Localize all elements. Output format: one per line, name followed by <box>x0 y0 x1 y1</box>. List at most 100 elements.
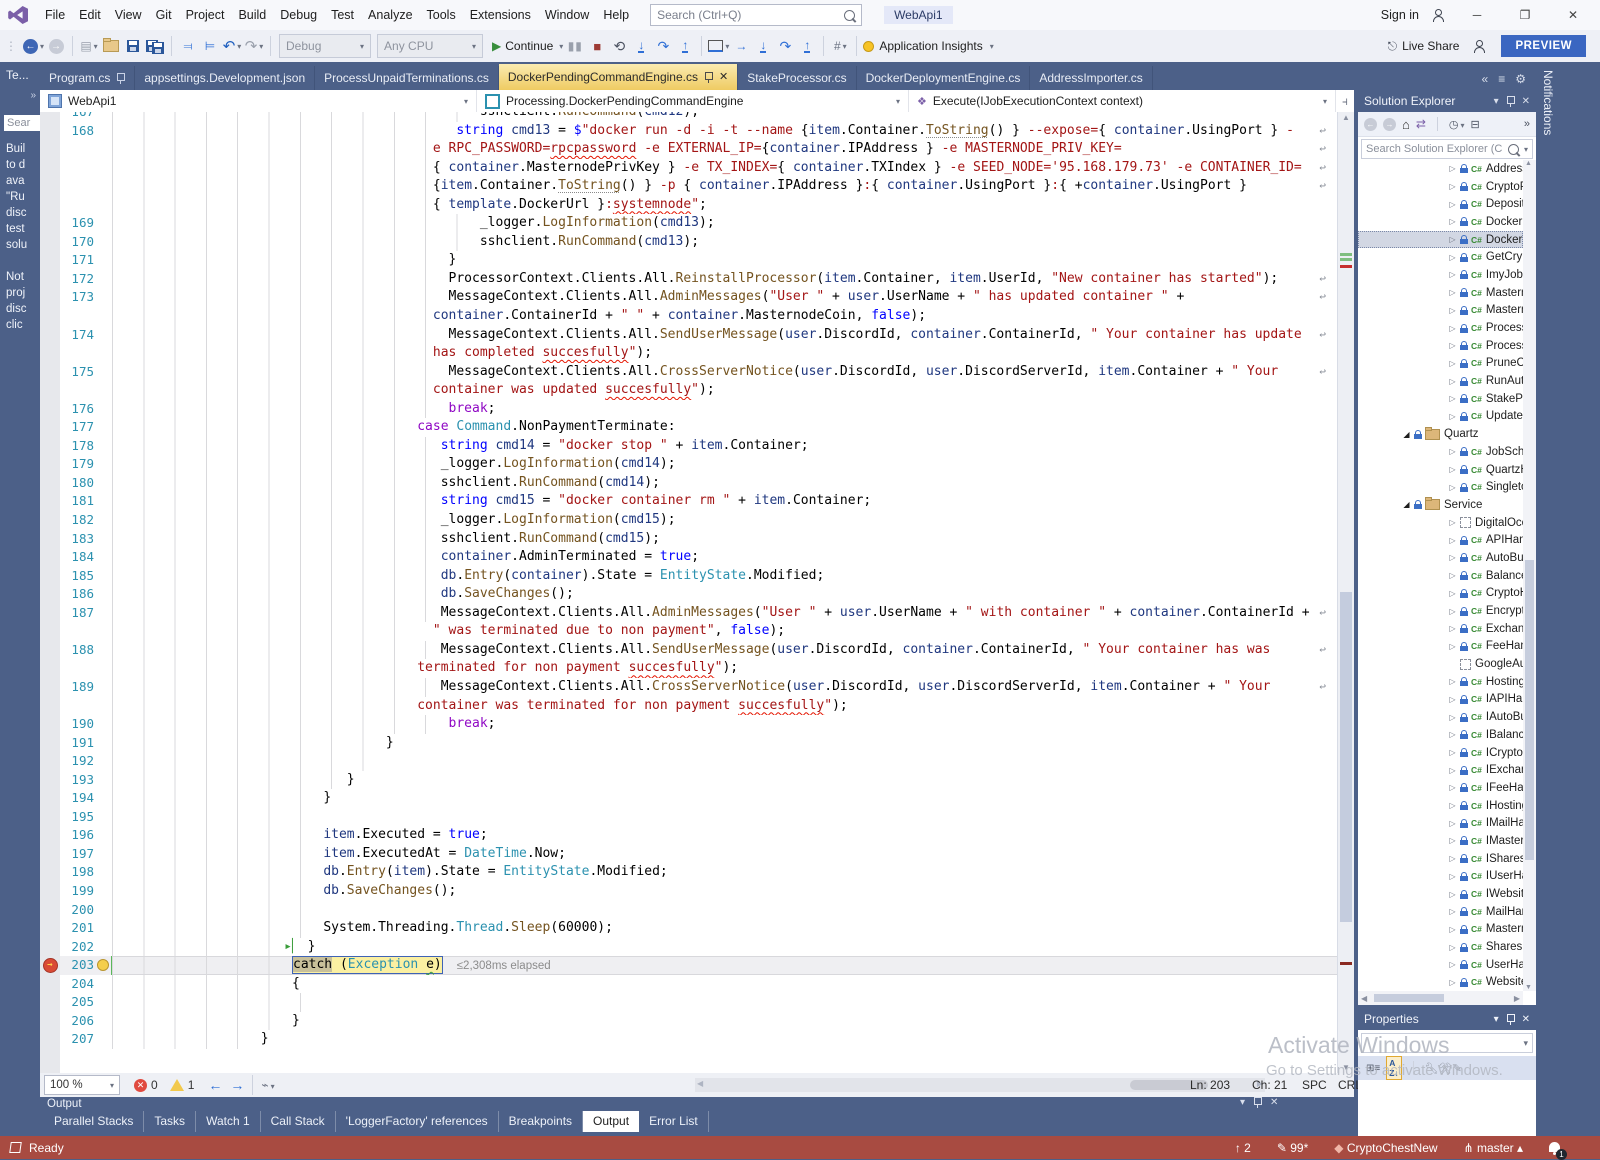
show-next-statement-icon[interactable]: → <box>731 35 751 57</box>
tree-item-Masternod[interactable]: ▷C#Masternod <box>1358 302 1523 320</box>
code-line-192[interactable]: 192 <box>40 752 1338 771</box>
new-item-button[interactable]: ▤ ▾ <box>79 35 99 57</box>
bottom-tab-Parallel Stacks[interactable]: Parallel Stacks <box>44 1111 145 1132</box>
properties-object-dropdown[interactable]: ▾ <box>1361 1033 1533 1053</box>
code-text[interactable]: } <box>112 733 1338 753</box>
code-line-wrap[interactable]: {item.Container.ToString() } -p { contai… <box>40 177 1338 196</box>
branch-button[interactable]: ⋔ master ▴ <box>1464 1141 1523 1155</box>
bottom-tab-Call Stack[interactable]: Call Stack <box>261 1111 336 1132</box>
sync-with-active-document-icon[interactable]: ⇄ <box>1416 117 1426 131</box>
push-count[interactable]: ↑ 2 <box>1235 1141 1251 1155</box>
code-line-203[interactable]: → 203 catch (Exception e) ≤2,308ms elapsed <box>40 956 1338 975</box>
code-text[interactable] <box>112 900 1338 920</box>
se-horizontal-scrollbar[interactable]: ◀ ▶ <box>1358 991 1523 1005</box>
save-all-button[interactable] <box>145 35 165 57</box>
warning-icon[interactable] <box>169 1079 184 1091</box>
left-pane-overflow-icon[interactable]: » <box>0 90 40 101</box>
menu-analyze[interactable]: Analyze <box>361 0 419 30</box>
code-text[interactable]: has completed succesfully"); <box>112 344 1338 363</box>
code-text[interactable]: } <box>112 1011 1338 1031</box>
tree-item-PruneCont[interactable]: ▷C#PruneCont <box>1358 355 1523 373</box>
close-panel-icon[interactable]: ✕ <box>1522 1014 1530 1025</box>
code-line-206[interactable]: 206} <box>40 1011 1338 1031</box>
tree-item-Service[interactable]: ◢ Service <box>1358 496 1523 514</box>
breakpoint-margin-cell[interactable] <box>40 1030 60 1049</box>
code-line-182[interactable]: 182 _logger.LogInformation(cmd15); <box>40 511 1338 530</box>
code-text[interactable]: container.ContainerId + " " + container.… <box>112 307 1338 326</box>
breakpoint-margin-cell[interactable] <box>40 307 60 326</box>
breakpoint-margin-cell[interactable] <box>40 585 60 604</box>
code-analysis-icon[interactable]: # ▾ <box>830 35 850 57</box>
bottom-tab-Output[interactable]: Output <box>583 1111 640 1132</box>
pause-button[interactable]: ▮▮ <box>565 35 585 57</box>
menu-debug[interactable]: Debug <box>273 0 324 30</box>
tree-item-ImyJob.cs[interactable]: ▷C#ImyJob.cs <box>1358 266 1523 284</box>
step-into-icon-2[interactable]: ↓ <box>753 35 773 57</box>
code-text[interactable]: System.Threading.Thread.Sleep(60000); <box>112 919 1338 938</box>
breakpoint-margin-cell[interactable] <box>40 418 60 437</box>
pending-edits[interactable]: ✎ 99* <box>1277 1141 1308 1155</box>
code-line-176[interactable]: 176 break; <box>40 399 1338 419</box>
tree-item-GetCryptoR[interactable]: ▷C#GetCryptoR <box>1358 248 1523 266</box>
preview-button[interactable]: PREVIEW <box>1501 35 1586 57</box>
breakpoint-margin-cell[interactable] <box>40 473 60 493</box>
menu-extensions[interactable]: Extensions <box>463 0 538 30</box>
editor-vertical-scrollbar[interactable]: ▲ ▼ <box>1337 112 1354 1073</box>
code-line-wrap[interactable]: terminated for non payment succesfully")… <box>40 659 1338 678</box>
solution-search-input[interactable]: Search Solution Explorer (C ▾ <box>1361 139 1533 159</box>
code-line-wrap[interactable]: has completed succesfully"); <box>40 344 1338 363</box>
code-line-wrap[interactable]: { container.MasternodePrivKey } -e TX_IN… <box>40 158 1338 178</box>
code-line-200[interactable]: 200 <box>40 900 1338 920</box>
breakpoint-margin-cell[interactable] <box>40 863 60 882</box>
code-cleanup-broom-icon[interactable]: ⌁ ▾ <box>261 1078 274 1092</box>
code-text[interactable]: case Command.NonPaymentTerminate: <box>112 418 1338 437</box>
save-button[interactable] <box>123 35 143 57</box>
tree-item-IBalanceHa[interactable]: ▷C#IBalanceHa <box>1358 726 1523 744</box>
doc-tab-DockerDeploymentEngine.cs[interactable]: DockerDeploymentEngine.cs <box>856 66 1031 90</box>
code-text[interactable]: _logger.LogInformation(cmd15); <box>112 511 1338 530</box>
code-text[interactable]: string cmd15 = "docker container rm " + … <box>112 492 1338 512</box>
code-text[interactable]: container was terminated for non payment… <box>112 696 1338 716</box>
code-text[interactable]: {item.Container.ToString() } -p { contai… <box>112 177 1338 196</box>
tree-item-DigitalOce[interactable]: ▷ DigitalOce <box>1358 514 1523 532</box>
code-line-193[interactable]: 193} <box>40 770 1338 790</box>
lightbulb-icon[interactable] <box>97 959 109 972</box>
tree-item-ExchangeR[interactable]: ▷C#ExchangeR <box>1358 620 1523 638</box>
code-line-wrap[interactable]: container.ContainerId + " " + container.… <box>40 307 1338 326</box>
code-line-172[interactable]: 172 ProcessorContext.Clients.All.Reinstal… <box>40 269 1338 289</box>
close-panel-icon[interactable]: ✕ <box>1522 96 1530 107</box>
tree-item-FeeHandler[interactable]: ▷C#FeeHandler <box>1358 638 1523 656</box>
property-pages-wrench-icon[interactable]: 🔧︎⚒︎✎ <box>1425 1062 1462 1075</box>
tree-item-SingletonJ[interactable]: ▷C#SingletonJ <box>1358 478 1523 496</box>
tree-item-ICryptoHa[interactable]: ▷C#ICryptoHa <box>1358 744 1523 762</box>
code-text[interactable]: sshclient.RunCommand(cmd13); <box>112 232 1338 252</box>
breakpoint-margin-cell[interactable] <box>40 121 60 141</box>
code-line-wrap[interactable]: e RPC_PASSWORD=rpcpassword -e EXTERNAL_I… <box>40 140 1338 159</box>
code-text[interactable]: _logger.LogInformation(cmd14); <box>112 455 1338 474</box>
code-text[interactable] <box>112 752 1338 771</box>
code-line-wrap[interactable]: " was terminated due to non payment", fa… <box>40 622 1338 641</box>
code-text[interactable]: } <box>112 789 1338 808</box>
breakpoint-margin-cell[interactable] <box>40 548 60 567</box>
restore-button[interactable]: ❐ <box>1508 8 1542 22</box>
breakpoint-margin-cell[interactable] <box>40 919 60 938</box>
notifications-bell-button[interactable]: 1 <box>1549 1141 1567 1160</box>
stop-button[interactable]: ■ <box>587 35 607 57</box>
code-line-179[interactable]: 179 _logger.LogInformation(cmd14); <box>40 455 1338 474</box>
step-out-icon-2[interactable]: ↑ <box>797 35 817 57</box>
scroll-right-icon[interactable]: ▶ <box>1514 994 1520 1003</box>
show-output-icon[interactable]: ▾ <box>708 35 729 57</box>
breakpoint-margin-cell[interactable] <box>40 269 60 289</box>
code-text[interactable]: e RPC_PASSWORD=rpcpassword -e EXTERNAL_I… <box>112 140 1338 159</box>
navigate-back-button[interactable]: ← ▾ <box>23 35 44 57</box>
breakpoint-margin-cell[interactable] <box>40 993 60 1012</box>
tree-item-IMailHandl[interactable]: ▷C#IMailHandl <box>1358 814 1523 832</box>
breakpoint-margin-cell[interactable] <box>40 900 60 920</box>
pin-icon[interactable] <box>116 72 126 84</box>
code-text[interactable]: catch (Exception e) ≤2,308ms elapsed <box>112 956 1338 975</box>
pin-icon[interactable] <box>1506 95 1515 107</box>
code-text[interactable]: sshclient.RunCommand(cmd15); <box>112 529 1338 549</box>
breakpoint-margin-cell[interactable] <box>40 733 60 753</box>
scroll-left-icon[interactable]: ◀ <box>697 1079 703 1088</box>
code-text[interactable]: sshclient.RunCommand(cmd14); <box>112 473 1338 493</box>
